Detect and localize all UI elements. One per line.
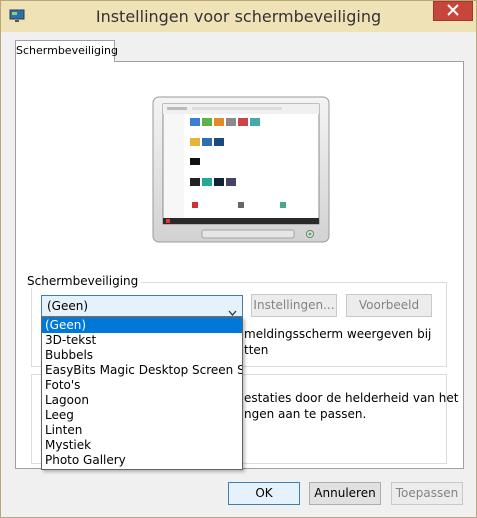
tab-schermbeveiliging[interactable]: Schermbeveiliging [15,40,118,62]
cancel-button[interactable]: Annuleren [309,482,381,505]
screensaver-group-label: Schermbeveiliging [24,274,142,288]
settings-button[interactable]: Instellingen... [251,294,337,317]
apply-button[interactable]: Toepassen [391,482,463,505]
title-bar: Instellingen voor schermbeveiliging [1,1,476,32]
window-title: Instellingen voor schermbeveiliging [95,7,382,26]
dropdown-option[interactable]: Bubbels [42,348,242,363]
screensaver-settings-window: Instellingen voor schermbeveiliging Sche… [0,0,477,518]
screensaver-select[interactable]: (Geen) [41,295,243,317]
preview-button[interactable]: Voorbeeld [346,294,432,317]
dropdown-option[interactable]: Leeg [42,408,242,423]
screensaver-dropdown-list: (Geen) 3D-tekst Bubbels EasyBits Magic D… [41,317,243,470]
dropdown-option[interactable]: (Geen) [42,318,242,333]
dropdown-option[interactable]: Foto's [42,378,242,393]
close-button[interactable] [433,1,473,21]
resume-text-line1: meldingsscherm weergeven bij [244,327,432,341]
dropdown-option[interactable]: Linten [42,423,242,438]
monitor-preview [152,96,330,247]
ok-button[interactable]: OK [228,482,300,505]
dropdown-option[interactable]: 3D-tekst [42,333,242,348]
dropdown-option[interactable]: Lagoon [42,393,242,408]
power-text-line2: ngen aan te passen. [244,407,367,421]
close-icon [447,3,459,19]
screensaver-select-value: (Geen) [47,299,89,313]
resume-text-line2: tten [244,343,269,357]
dropdown-option[interactable]: Mystiek [42,438,242,453]
power-text-line1: estaties door de helderheid van het [244,391,459,405]
dropdown-option[interactable]: EasyBits Magic Desktop Screen Saver [42,363,242,378]
dropdown-option[interactable]: Photo Gallery [42,453,242,468]
